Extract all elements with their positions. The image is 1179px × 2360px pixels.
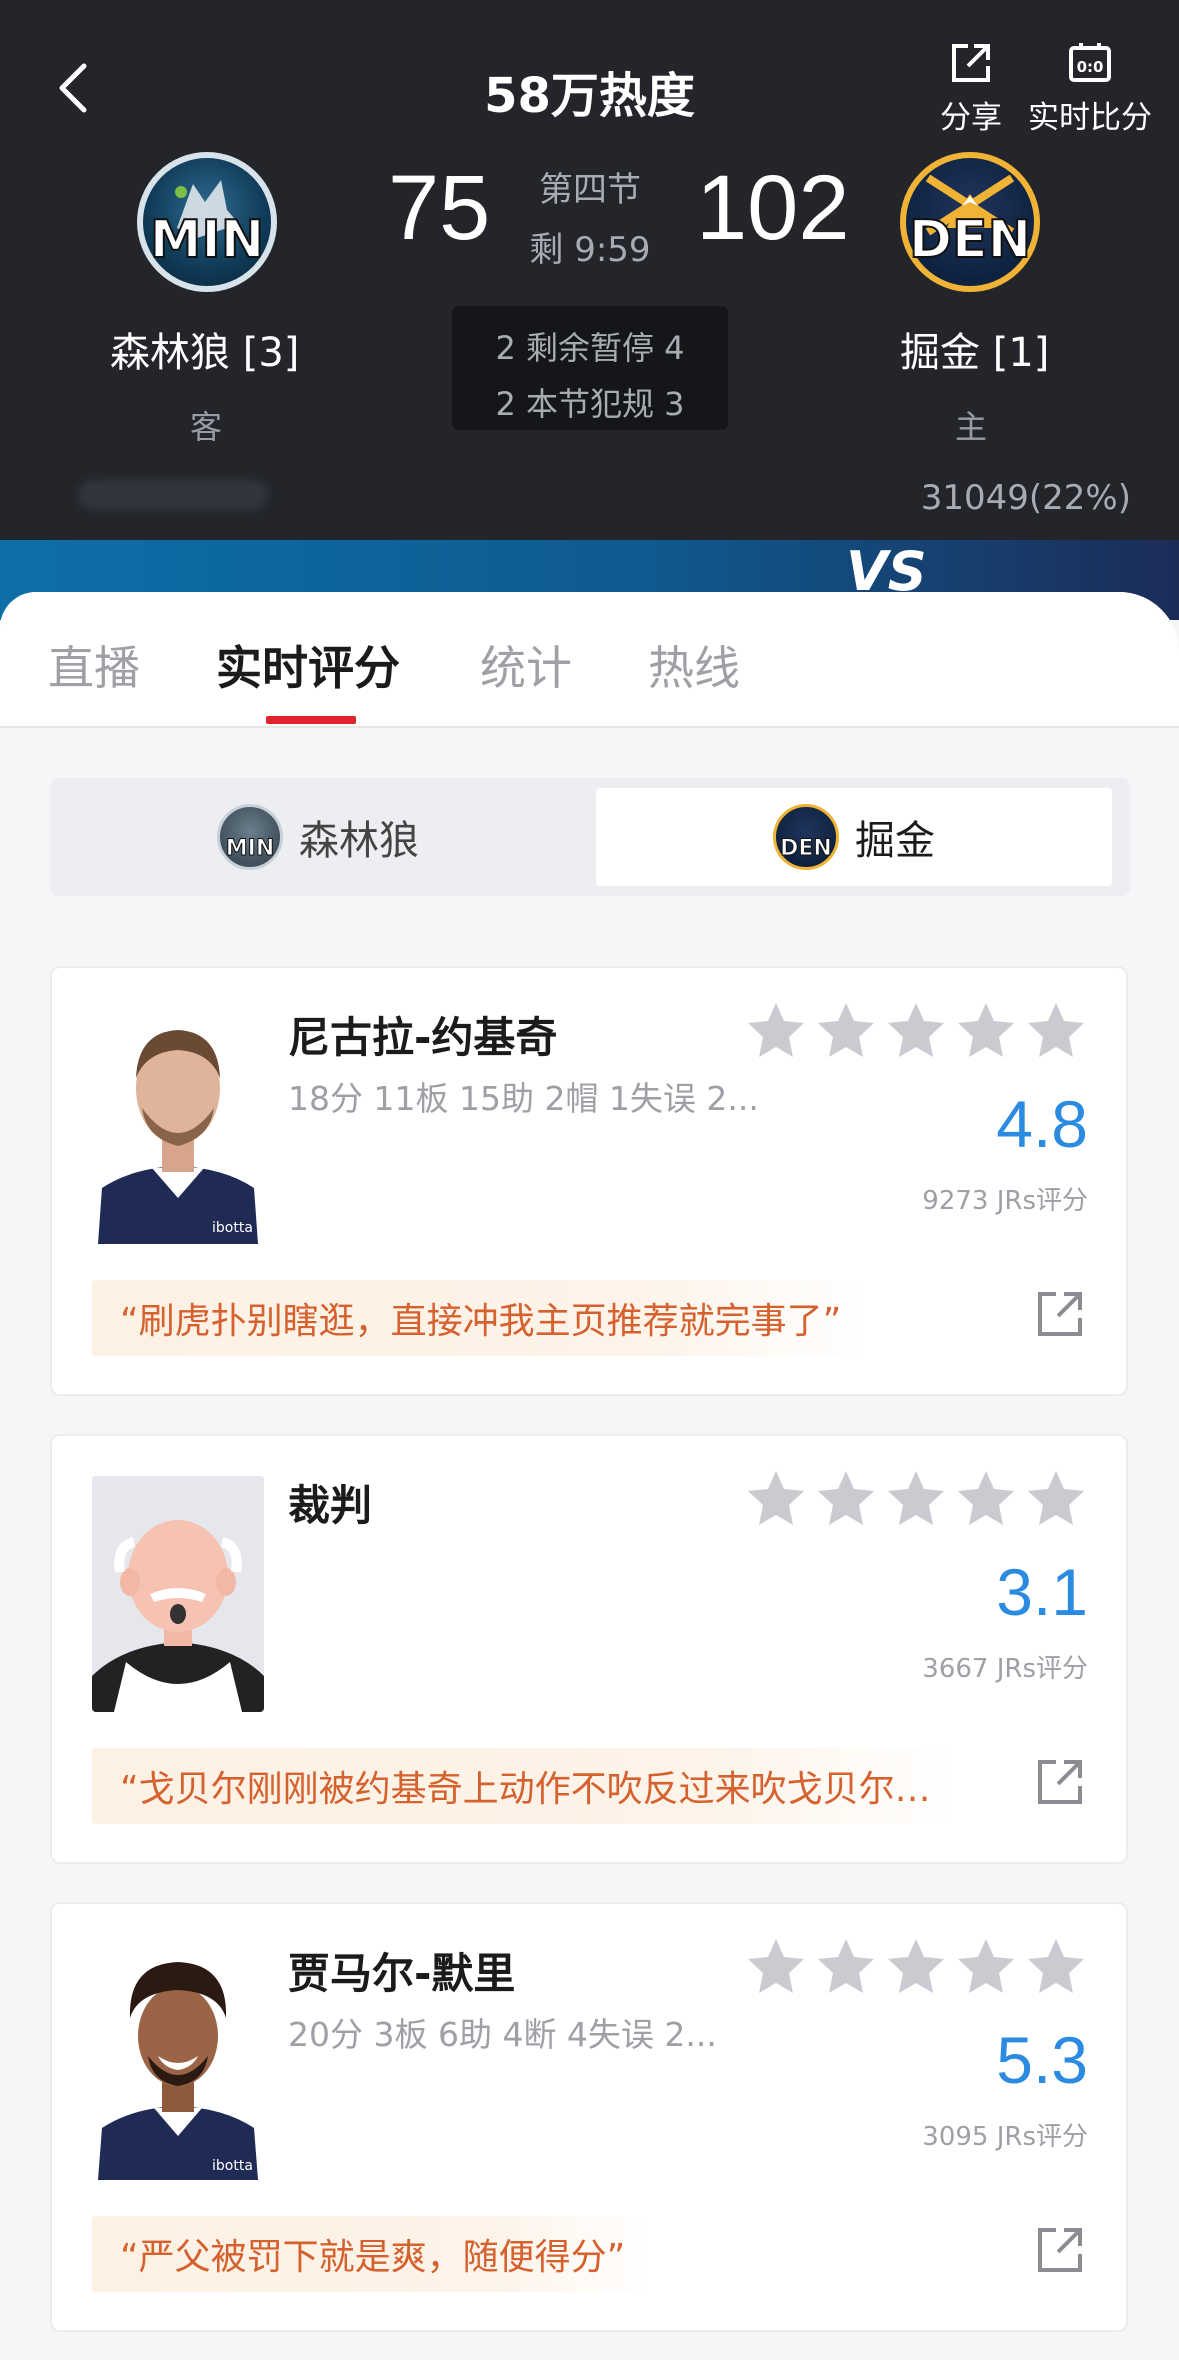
star-icon[interactable] [816, 1936, 876, 1996]
team-logo-min-small: MIN [217, 804, 283, 870]
star-icon[interactable] [956, 1468, 1016, 1528]
svg-text:ibotta: ibotta [212, 1220, 253, 1236]
star-icon[interactable] [1026, 1936, 1086, 1996]
referee-avatar [92, 1476, 264, 1712]
star-icon[interactable] [956, 1000, 1016, 1060]
home-votes: 31049(22%) [920, 478, 1131, 518]
player-rating-card[interactable]: ibotta 贾马尔-默里 20分 3板 6助 4断 4失误 2... 5.3 … [50, 1902, 1128, 2332]
share-button[interactable]: 分享 [940, 40, 1002, 137]
main-content: 直播 实时评分 统计 热线 MIN 森林狼 DEN 掘金 ibotta 尼古拉-… [0, 592, 1179, 2360]
team-abbr-away: MIN [149, 209, 266, 271]
team-switch-den-label: 掘金 [855, 818, 935, 864]
player-photo-icon: ibotta [92, 1944, 264, 2180]
game-info-box: 2 剩余暂停 4 2 本节犯规 3 [452, 306, 728, 430]
period-fouls: 2 本节犯规 3 [495, 385, 685, 423]
score-home: 102 [696, 157, 850, 259]
tab-stats[interactable]: 统计 [480, 632, 572, 698]
top-comment[interactable]: “严父被罚下就是爽，随便得分” [92, 2216, 654, 2292]
share-label: 分享 [940, 100, 1002, 136]
player-avatar: ibotta [92, 1008, 264, 1244]
team-switch: MIN 森林狼 DEN 掘金 [50, 778, 1130, 896]
team-logo-home[interactable]: DEN [900, 152, 1040, 292]
player-stats: 20分 3板 6助 4断 4失误 2... [288, 2015, 717, 2054]
player-rating-score: 3.1 [996, 1555, 1088, 1629]
rating-vote-count: 9273 JRs评分 [922, 1186, 1088, 1216]
tab-live-rating[interactable]: 实时评分 [216, 632, 400, 698]
away-votes-hidden [78, 480, 268, 510]
player-rating-card[interactable]: ibotta 尼古拉-约基奇 18分 11板 15助 2帽 1失误 2... 4… [50, 966, 1128, 1396]
team-logo-den-small: DEN [773, 804, 839, 870]
star-icon[interactable] [1026, 1468, 1086, 1528]
star-rating-input[interactable] [746, 1000, 1096, 1060]
team-role-home: 主 [955, 408, 988, 446]
star-icon[interactable] [816, 1468, 876, 1528]
star-rating-input[interactable] [746, 1936, 1096, 1996]
share-icon [952, 44, 990, 82]
star-icon[interactable] [956, 1936, 1016, 1996]
scoreboard-icon: 0:0 [1069, 43, 1111, 82]
share-icon[interactable] [1032, 1754, 1088, 1810]
share-icon[interactable] [1032, 2222, 1088, 2278]
team-name-away: 森林狼 [3] [110, 330, 300, 376]
star-icon[interactable] [1026, 1000, 1086, 1060]
heat-title: 58万热度 [484, 68, 695, 124]
rating-vote-count: 3095 JRs评分 [922, 2122, 1088, 2152]
top-comment[interactable]: “刷虎扑别瞎逛，直接冲我主页推荐就完事了” [92, 1280, 870, 1356]
tab-bar: 直播 实时评分 统计 热线 [0, 592, 1179, 728]
team-role-away: 客 [190, 408, 223, 446]
share-icon[interactable] [1032, 1286, 1088, 1342]
team-name-home: 掘金 [1] [900, 330, 1050, 376]
tab-hotline[interactable]: 热线 [648, 632, 740, 698]
team-switch-den[interactable]: DEN 掘金 [596, 788, 1112, 886]
player-avatar: ibotta [92, 1944, 264, 2180]
score-away: 75 [388, 157, 491, 259]
timeouts-remaining: 2 剩余暂停 4 [495, 329, 685, 367]
live-score-label: 实时比分 [1028, 100, 1152, 136]
top-comment[interactable]: “戈贝尔刚刚被约基奇上动作不吹反过来吹戈贝尔… [92, 1748, 959, 1824]
star-icon[interactable] [816, 1000, 876, 1060]
tab-live[interactable]: 直播 [48, 632, 140, 698]
player-rating-score: 5.3 [996, 2023, 1088, 2097]
player-name: 裁判 [288, 1481, 373, 1530]
period-label: 第四节 [539, 170, 641, 210]
time-left: 剩 9:59 [529, 230, 651, 270]
rating-vote-count: 3667 JRs评分 [922, 1654, 1088, 1684]
team-switch-min-label: 森林狼 [299, 818, 419, 864]
star-icon[interactable] [886, 1000, 946, 1060]
star-icon[interactable] [746, 1468, 806, 1528]
star-icon[interactable] [886, 1468, 946, 1528]
player-photo-icon: ibotta [92, 1008, 264, 1244]
star-rating-input[interactable] [746, 1468, 1096, 1528]
team-logo-away[interactable]: MIN [137, 152, 277, 292]
player-name: 贾马尔-默里 [288, 1949, 516, 1998]
star-icon[interactable] [886, 1936, 946, 1996]
player-rating-card[interactable]: 裁判 3.1 3667 JRs评分 “戈贝尔刚刚被约基奇上动作不吹反过来吹戈贝尔… [50, 1434, 1128, 1864]
game-header: 58万热度 分享 0:0 实时比分 MIN DEN 75 第四节 剩 9:59 … [0, 0, 1179, 540]
star-icon[interactable] [746, 1000, 806, 1060]
live-score-button[interactable]: 0:0 实时比分 [1028, 40, 1152, 137]
team-abbr-home: DEN [908, 209, 1032, 271]
player-rating-score: 4.8 [996, 1087, 1088, 1161]
svg-text:0:0: 0:0 [1077, 58, 1104, 76]
active-tab-indicator [266, 716, 356, 724]
svg-text:ibotta: ibotta [212, 2158, 253, 2174]
player-name: 尼古拉-约基奇 [288, 1013, 558, 1062]
star-icon[interactable] [746, 1936, 806, 1996]
team-switch-min[interactable]: MIN 森林狼 [60, 788, 576, 886]
referee-icon [92, 1476, 264, 1712]
player-stats: 18分 11板 15助 2帽 1失误 2... [288, 1079, 759, 1118]
